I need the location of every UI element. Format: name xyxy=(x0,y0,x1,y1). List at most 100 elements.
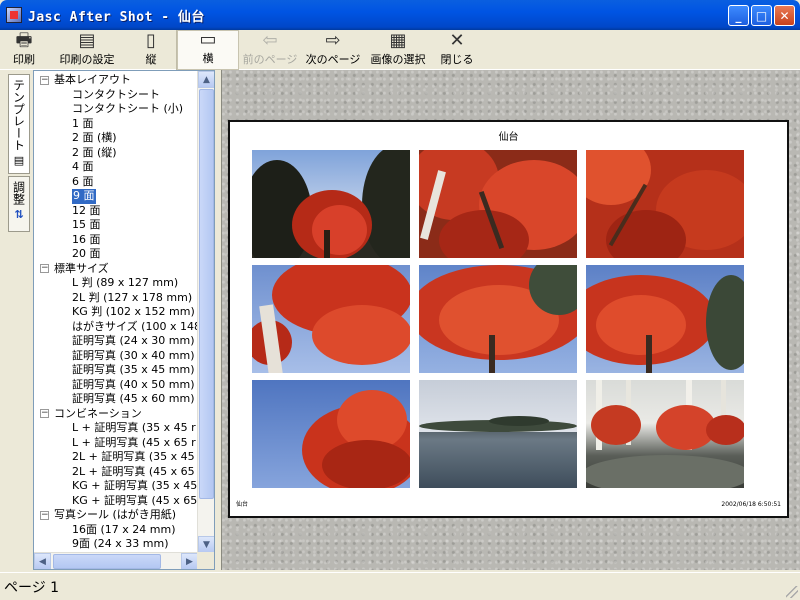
collapse-toggle-icon[interactable]: − xyxy=(40,409,49,419)
close-button[interactable]: ✕ 閉じる xyxy=(431,30,483,70)
select-images-button[interactable]: ▦ 画像の選択 xyxy=(365,30,431,70)
photo-thumbnail[interactable] xyxy=(586,265,744,373)
tree-item[interactable]: KG 判 (102 x 152 mm) xyxy=(34,305,198,320)
app-icon xyxy=(6,7,22,23)
tab-template[interactable]: テンプレート ▤ xyxy=(8,74,30,174)
foliage-shape xyxy=(322,440,410,488)
tree-item-label: 2L + 証明写真 (45 x 65 xyxy=(72,464,195,478)
toolbar: 🖶 印刷 ▤ 印刷の設定 ▯ 縦 ▭ 横 ⇦ 前のページ ⇨ 次のページ ▦ 画… xyxy=(0,30,800,70)
collapse-toggle-icon[interactable]: − xyxy=(40,510,49,520)
tree-item-label: はがきサイズ (100 x 148 xyxy=(72,319,198,333)
tree-item[interactable]: KG + 証明写真 (35 x 45 xyxy=(34,479,198,494)
tree-item[interactable]: 1 面 xyxy=(34,117,198,132)
tree-item[interactable]: 9 面 xyxy=(34,189,198,204)
tree-item[interactable]: L + 証明写真 (45 x 65 r xyxy=(34,436,198,451)
photo-thumbnail[interactable] xyxy=(252,380,410,488)
tree-item[interactable]: 4 面 xyxy=(34,160,198,175)
photo-thumbnail[interactable] xyxy=(419,380,577,488)
settings-pages-icon: ▤ xyxy=(78,30,96,51)
tree-item-label: KG 判 (102 x 152 mm) xyxy=(72,305,195,318)
tree-item-label: L + 証明写真 (35 x 45 r xyxy=(72,421,196,434)
close-window-button[interactable]: ✕ xyxy=(774,5,795,26)
scroll-corner xyxy=(197,552,214,569)
scroll-left-icon[interactable]: ◀ xyxy=(34,553,51,569)
scroll-thumb-horizontal[interactable] xyxy=(53,554,161,569)
arrow-left-icon: ⇦ xyxy=(262,30,278,51)
trunk-shape xyxy=(324,230,330,258)
tree-item[interactable]: 2L 判 (127 x 178 mm) xyxy=(34,291,198,306)
title-bar[interactable]: Jasc After Shot - 仙台 _ □ ✕ xyxy=(0,0,800,30)
tree-item[interactable]: 証明写真 (35 x 45 mm) xyxy=(34,363,198,378)
print-button[interactable]: 🖶 印刷 xyxy=(0,30,48,70)
template-tree: − 基本レイアウト コンタクトシート コンタクトシート (小) 1 面2 面 (横) 2 … xyxy=(34,71,198,553)
collapse-toggle-icon[interactable]: − xyxy=(40,75,49,85)
collapse-toggle-icon[interactable]: − xyxy=(40,264,49,274)
resize-grip-icon[interactable] xyxy=(786,586,798,598)
print-settings-button[interactable]: ▤ 印刷の設定 xyxy=(48,30,126,70)
prev-page-button[interactable]: ⇦ 前のページ xyxy=(239,30,301,70)
trunk-shape xyxy=(489,335,495,373)
tree-group[interactable]: − 写真シール (はがき用紙) xyxy=(34,508,198,523)
image-select-icon: ▦ xyxy=(389,30,407,51)
tree-item[interactable]: 2L + 証明写真 (45 x 65 xyxy=(34,465,198,480)
scroll-down-icon[interactable]: ▼ xyxy=(198,536,214,553)
photo-thumbnail[interactable] xyxy=(252,265,410,373)
photo-grid xyxy=(252,150,746,488)
tree-item[interactable]: はがきサイズ (100 x 148 xyxy=(34,320,198,335)
photo-thumbnail[interactable] xyxy=(586,380,744,488)
next-page-button[interactable]: ⇨ 次のページ xyxy=(301,30,365,70)
tree-item[interactable]: 6 面 xyxy=(34,175,198,190)
minimize-button[interactable]: _ xyxy=(728,5,749,26)
tree-item[interactable]: コンタクトシート xyxy=(34,88,198,103)
tree-item[interactable]: 9面 (24 x 33 mm) xyxy=(34,537,198,552)
tree-item[interactable]: 20 面 xyxy=(34,247,198,262)
landscape-button[interactable]: ▭ 横 xyxy=(177,30,239,70)
tree-item-label: 2L 判 (127 x 178 mm) xyxy=(72,290,193,304)
tree-item[interactable]: 16面 (17 x 24 mm) xyxy=(34,523,198,538)
window-title: Jasc After Shot - 仙台 xyxy=(28,9,205,25)
tree-item-label: 証明写真 (24 x 30 mm) xyxy=(72,334,195,347)
scroll-up-icon[interactable]: ▲ xyxy=(198,71,214,88)
tree-group[interactable]: − 基本レイアウト xyxy=(34,73,198,88)
tree-item[interactable]: 証明写真 (45 x 60 mm) xyxy=(34,392,198,407)
tree-item[interactable]: L + 証明写真 (35 x 45 r xyxy=(34,421,198,436)
tree-item-label: 15 面 xyxy=(72,218,101,231)
scroll-thumb[interactable] xyxy=(199,89,214,499)
side-tabs: テンプレート ▤ 調整 ⇅ xyxy=(0,70,33,572)
photo-thumbnail[interactable] xyxy=(252,150,410,258)
tree-item[interactable]: 15 面 xyxy=(34,218,198,233)
tree-item[interactable]: 2 面 (縦) xyxy=(34,146,198,161)
tree-item-label: 標準サイズ xyxy=(54,261,109,275)
tree-item[interactable]: 証明写真 (40 x 50 mm) xyxy=(34,378,198,393)
tree-item-label: KG + 証明写真 (45 x 65 xyxy=(72,493,198,507)
tree-item-label: 4 面 xyxy=(72,160,94,173)
toolbar-group-navigation: ⇦ 前のページ ⇨ 次のページ ▦ 画像の選択 ✕ 閉じる xyxy=(239,30,483,70)
portrait-button[interactable]: ▯ 縦 xyxy=(126,30,176,70)
tree-item[interactable]: KG + 証明写真 (45 x 65 xyxy=(34,494,198,509)
tree-item[interactable]: 2 面 (横) xyxy=(34,131,198,146)
photo-thumbnail[interactable] xyxy=(419,265,577,373)
tree-item[interactable]: 2L + 証明写真 (35 x 45 xyxy=(34,450,198,465)
maximize-button[interactable]: □ xyxy=(751,5,772,26)
photo-thumbnail[interactable] xyxy=(419,150,577,258)
tree-item-label: 証明写真 (35 x 45 mm) xyxy=(72,363,195,376)
tree-group[interactable]: − 標準サイズ xyxy=(34,262,198,277)
tree-item[interactable]: 12 面 xyxy=(34,204,198,219)
tree-item-label: 16面 (17 x 24 mm) xyxy=(72,522,176,536)
tree-item[interactable]: 証明写真 (30 x 40 mm) xyxy=(34,349,198,364)
tree-item-label: コンタクトシート (小) xyxy=(72,102,184,115)
tree-item[interactable]: L 判 (89 x 127 mm) xyxy=(34,276,198,291)
scroll-right-icon[interactable]: ▶ xyxy=(181,553,198,569)
tab-adjust[interactable]: 調整 ⇅ xyxy=(8,176,30,232)
tree-item[interactable]: 16 面 xyxy=(34,233,198,248)
photo-thumbnail[interactable] xyxy=(586,150,744,258)
tree-item[interactable]: 証明写真 (24 x 30 mm) xyxy=(34,334,198,349)
tree-group[interactable]: − コンビネーション xyxy=(34,407,198,422)
tree-item[interactable]: コンタクトシート (小) xyxy=(34,102,198,117)
tree-item-label: 9面 (24 x 33 mm) xyxy=(72,537,169,550)
tree-item-label: 12 面 xyxy=(72,203,101,217)
tree-horizontal-scrollbar[interactable]: ◀ ▶ xyxy=(34,552,198,569)
tree-vertical-scrollbar[interactable]: ▲ ▼ xyxy=(197,71,214,553)
tree-item-label: 証明写真 (45 x 60 mm) xyxy=(72,392,195,405)
toolbar-group-orientation: ▭ 横 xyxy=(176,30,239,70)
